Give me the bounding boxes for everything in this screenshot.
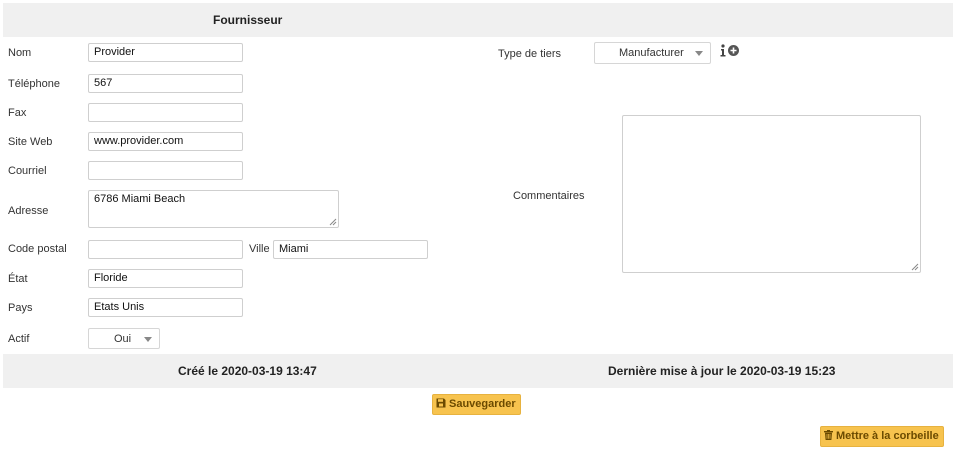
city-label: Ville bbox=[249, 243, 270, 255]
record-info-band: Créé le 2020-03-19 13:47 Dernière mise à… bbox=[3, 354, 953, 388]
trash-button-label: Mettre à la corbeille bbox=[836, 430, 939, 442]
active-value: Oui bbox=[114, 333, 132, 345]
state-input[interactable]: Floride bbox=[88, 269, 243, 288]
phone-label: Téléphone bbox=[8, 78, 60, 90]
trash-button[interactable]: Mettre à la corbeille bbox=[820, 426, 944, 447]
comments-textarea[interactable] bbox=[622, 115, 921, 273]
country-label: Pays bbox=[8, 302, 33, 314]
save-button[interactable]: Sauvegarder bbox=[432, 394, 521, 415]
chevron-down-icon bbox=[144, 337, 152, 342]
save-button-label: Sauvegarder bbox=[449, 398, 516, 410]
comments-label: Commentaires bbox=[513, 190, 585, 202]
email-label: Courriel bbox=[8, 165, 47, 177]
address-value: 6786 Miami Beach bbox=[94, 193, 186, 205]
address-textarea[interactable]: 6786 Miami Beach bbox=[88, 190, 339, 228]
fax-input[interactable] bbox=[88, 103, 243, 122]
active-label: Actif bbox=[8, 333, 30, 345]
name-label: Nom bbox=[8, 47, 32, 59]
updated-date: Dernière mise à jour le 2020-03-19 15:23 bbox=[608, 364, 836, 378]
website-label: Site Web bbox=[8, 136, 53, 148]
third-party-type-label: Type de tiers bbox=[498, 48, 561, 60]
third-party-type-select[interactable]: Manufacturer bbox=[594, 42, 711, 64]
form-header: Fournisseur bbox=[3, 3, 953, 37]
active-select[interactable]: Oui bbox=[88, 328, 160, 349]
plus-circle-icon[interactable] bbox=[728, 45, 739, 56]
trash-icon bbox=[824, 430, 833, 440]
resize-grip-icon[interactable] bbox=[911, 263, 919, 271]
fax-label: Fax bbox=[8, 107, 27, 119]
state-label: État bbox=[8, 273, 28, 285]
country-input[interactable]: Etats Unis bbox=[88, 298, 243, 317]
phone-input[interactable]: 567 bbox=[88, 74, 243, 93]
postal-code-label: Code postal bbox=[8, 243, 67, 255]
info-icon[interactable] bbox=[719, 44, 727, 57]
floppy-disk-icon bbox=[436, 398, 446, 408]
email-input[interactable] bbox=[88, 161, 243, 180]
third-party-type-value: Manufacturer bbox=[619, 47, 684, 59]
resize-grip-icon[interactable] bbox=[329, 218, 337, 226]
form-title: Fournisseur bbox=[213, 13, 283, 27]
name-input[interactable]: Provider bbox=[88, 43, 243, 62]
chevron-down-icon bbox=[695, 51, 703, 56]
created-date: Créé le 2020-03-19 13:47 bbox=[178, 364, 317, 378]
city-input[interactable]: Miami bbox=[273, 240, 428, 259]
address-label: Adresse bbox=[8, 205, 49, 217]
website-input[interactable]: www.provider.com bbox=[88, 132, 243, 151]
postal-code-input[interactable] bbox=[88, 240, 243, 259]
